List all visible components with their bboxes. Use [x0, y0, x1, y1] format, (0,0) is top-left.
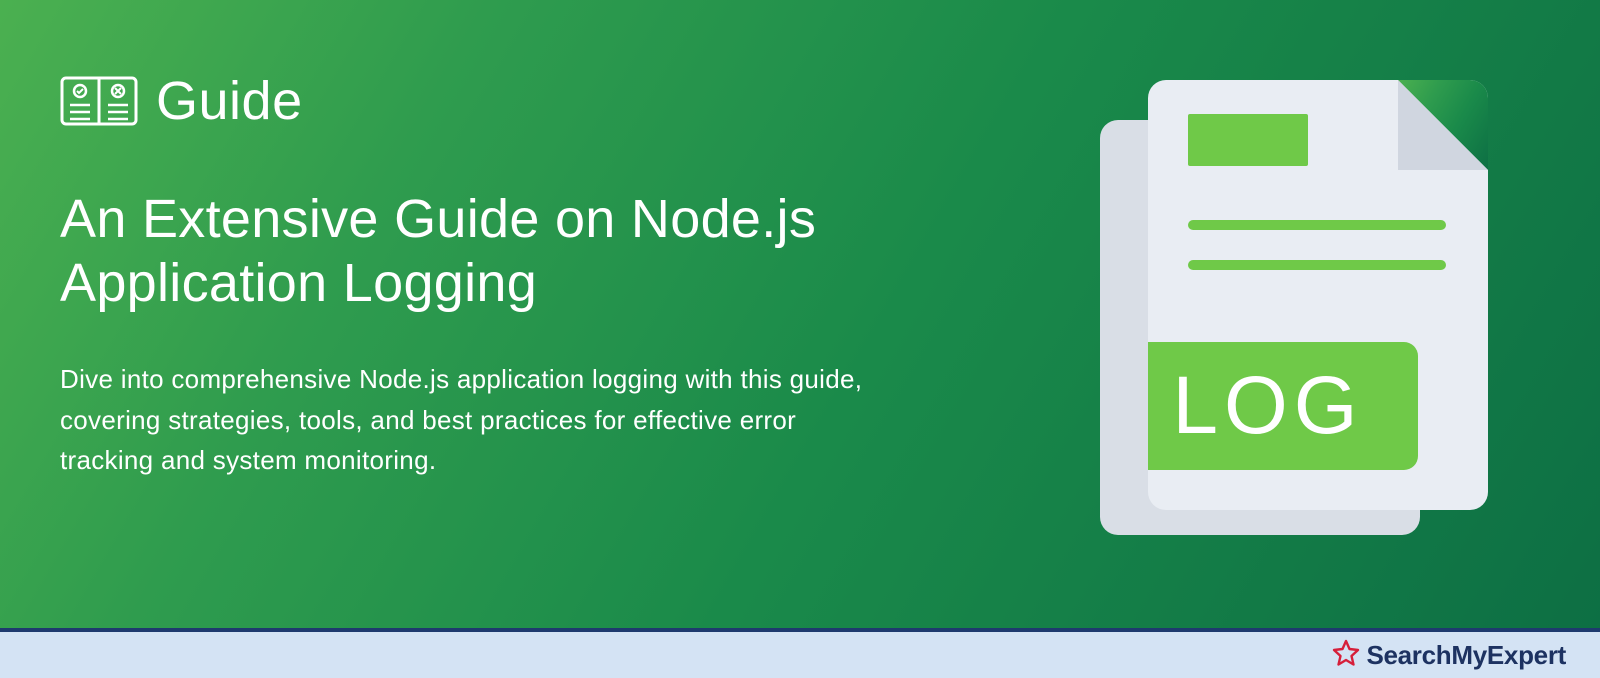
page-title: An Extensive Guide on Node.js Applicatio… [60, 188, 920, 315]
brand-name: SearchMyExpert [1366, 640, 1566, 671]
brand-logo: SearchMyExpert [1332, 639, 1566, 672]
log-file-illustration: LOG [1100, 80, 1490, 535]
page-front-layer: LOG [1148, 80, 1488, 510]
open-book-icon [60, 72, 138, 130]
page-subtitle: Dive into comprehensive Node.js applicat… [60, 359, 880, 480]
text-column: Guide An Extensive Guide on Node.js Appl… [60, 70, 920, 628]
log-badge: LOG [1148, 342, 1418, 470]
document-header-block [1188, 114, 1308, 166]
document-line [1188, 220, 1446, 230]
guide-label: Guide [156, 70, 303, 132]
footer-bar: SearchMyExpert [0, 628, 1600, 678]
document-line [1188, 260, 1446, 270]
guide-header-row: Guide [60, 70, 920, 132]
star-icon [1332, 639, 1360, 672]
guide-banner: Guide An Extensive Guide on Node.js Appl… [0, 0, 1600, 628]
illustration-column: LOG [1100, 80, 1490, 535]
